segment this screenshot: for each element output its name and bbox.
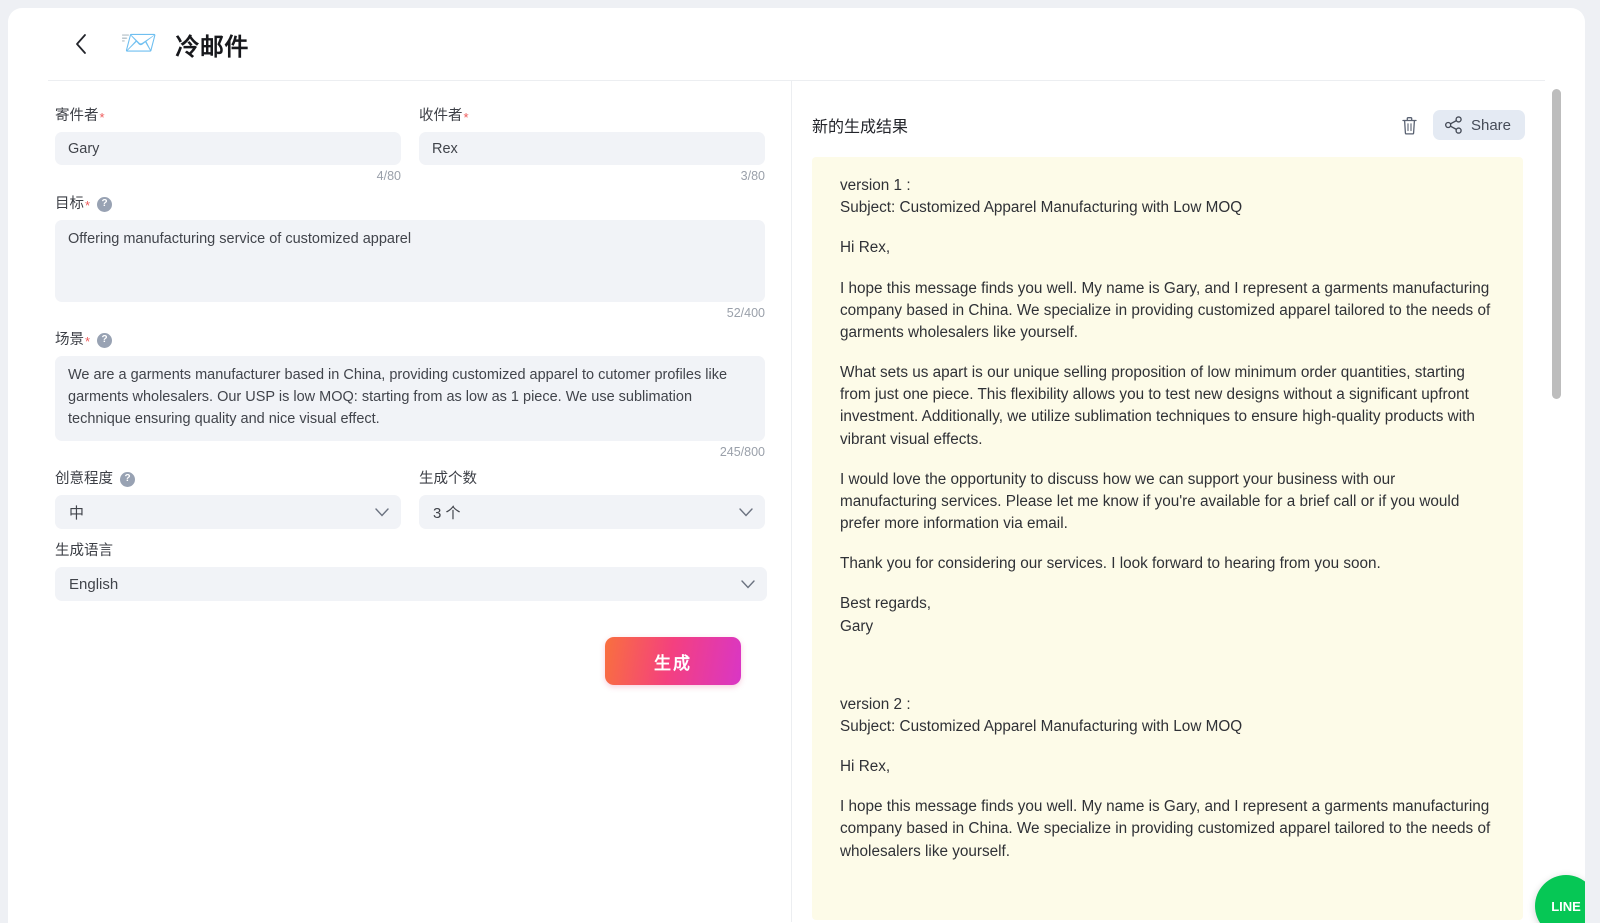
version-separator [840, 656, 1495, 694]
generate-row: 生成 [55, 637, 765, 685]
required-asterisk: * [463, 109, 469, 125]
chevron-down-icon [739, 506, 753, 519]
version-subject: Subject: Customized Apparel Manufacturin… [840, 717, 1243, 735]
required-asterisk: * [99, 109, 105, 125]
count-select[interactable]: 3 个 [419, 495, 765, 529]
scenario-textarea[interactable] [55, 356, 765, 441]
form-pane: 寄件者 * 4/80 收件者 * 3/80 目标 [8, 81, 792, 922]
version-paragraph: I would love the opportunity to discuss … [840, 470, 1464, 533]
required-asterisk: * [85, 333, 91, 349]
recipient-input[interactable] [419, 132, 765, 165]
share-button[interactable]: Share [1432, 110, 1525, 140]
chevron-down-icon [375, 506, 389, 519]
scenario-label-text: 场景 [55, 332, 84, 348]
page-title: 冷邮件 [175, 33, 249, 61]
creativity-select[interactable]: 中 [55, 495, 401, 529]
version-greeting: Hi Rex, [840, 758, 891, 776]
language-value: English [69, 575, 119, 593]
delete-result-button[interactable] [1395, 110, 1425, 140]
version-header: version 1 : [840, 177, 911, 194]
result-header: 新的生成结果 Share [792, 103, 1585, 147]
goal-label-text: 目标 [55, 196, 84, 212]
version-paragraph: What sets us apart is our unique selling… [840, 364, 1480, 448]
count-label-text: 生成个数 [419, 471, 477, 487]
chevron-left-icon [76, 34, 86, 54]
language-label: 生成语言 [55, 542, 765, 560]
sender-counter: 4/80 [376, 169, 401, 183]
version-paragraph: I hope this message finds you well. My n… [840, 798, 1495, 860]
envelope-icon: 📨 [120, 27, 158, 60]
required-asterisk: * [85, 197, 91, 213]
goal-textarea[interactable] [55, 220, 765, 302]
scrollbar-thumb[interactable] [1552, 89, 1561, 399]
result-content[interactable]: version 1 : Subject: Customized Apparel … [812, 157, 1523, 920]
version-subject: Subject: Customized Apparel Manufacturin… [840, 199, 1243, 217]
generate-button[interactable]: 生成 [605, 637, 741, 685]
recipient-field-group: 收件者 * 3/80 [419, 107, 765, 183]
question-mark-icon[interactable]: ? [120, 471, 135, 487]
sender-label: 寄件者 * [55, 107, 401, 125]
language-label-text: 生成语言 [55, 543, 113, 559]
goal-counter: 52/400 [726, 306, 765, 320]
body-wrapper: 寄件者 * 4/80 收件者 * 3/80 目标 [8, 81, 1585, 922]
count-value: 3 个 [433, 504, 461, 522]
result-scrollbar[interactable] [1552, 89, 1561, 914]
language-field-group: 生成语言 English [55, 542, 767, 601]
question-mark-icon[interactable]: ? [97, 332, 113, 348]
version-signoff: Best regards, [840, 595, 931, 613]
sender-label-text: 寄件者 [55, 108, 99, 124]
language-select[interactable]: English [55, 567, 767, 601]
version-signature: Gary [840, 617, 874, 635]
result-pane: 新的生成结果 Share version 1: Subject: Custom… [792, 81, 1585, 922]
scenario-field-group: 场景 * ? 245/800 [55, 331, 765, 459]
sender-input[interactable] [55, 132, 401, 165]
scenario-counter: 245/800 [719, 445, 765, 459]
question-mark-icon[interactable]: ? [97, 196, 113, 212]
chevron-down-icon [741, 578, 755, 591]
version-paragraph: I hope this message finds you well. My n… [840, 279, 1495, 341]
creativity-value: 中 [69, 504, 85, 522]
page-header: 📨 冷邮件 [48, 8, 1545, 81]
creativity-field-group: 创意程度 ? 中 [55, 470, 401, 529]
recipient-label-text: 收件者 [419, 108, 463, 124]
goal-field-group: 目标 * ? 52/400 [55, 195, 765, 320]
count-label: 生成个数 [419, 470, 765, 488]
count-field-group: 生成个数 3 个 [419, 470, 765, 529]
share-label: Share [1470, 116, 1511, 134]
recipient-counter: 3/80 [740, 169, 765, 183]
version-greeting: Hi Rex, [840, 239, 891, 257]
version-paragraph: Thank you for considering our services. … [840, 555, 1381, 573]
version-header: version 2 : [840, 695, 911, 713]
creativity-label: 创意程度 ? [55, 470, 401, 488]
creativity-count-row: 创意程度 ? 中 生成个数 3 个 [55, 470, 765, 529]
goal-label: 目标 * ? [55, 195, 765, 213]
trash-icon [1402, 116, 1418, 135]
recipient-label: 收件者 * [419, 107, 765, 125]
sender-recipient-row: 寄件者 * 4/80 收件者 * 3/80 [55, 107, 765, 183]
share-nodes-icon [1444, 116, 1462, 134]
back-button[interactable] [66, 29, 96, 59]
sender-field-group: 寄件者 * 4/80 [55, 107, 401, 183]
app-card: 📨 冷邮件 寄件者 * 4/80 收件者 * [8, 8, 1585, 923]
result-title: 新的生成结果 [812, 119, 909, 136]
scenario-label: 场景 * ? [55, 331, 765, 349]
creativity-label-text: 创意程度 [55, 471, 113, 487]
